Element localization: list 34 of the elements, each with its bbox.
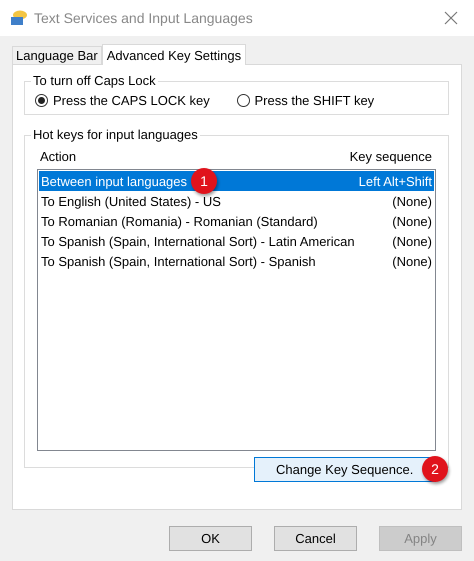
column-header: Key sequence — [350, 149, 432, 166]
key-cell: (None) — [392, 214, 432, 228]
list-row[interactable]: To Romanian (Romania) - Romanian (Standard) (None) — [39, 211, 434, 231]
close-icon[interactable] — [444, 11, 458, 25]
radio-label: Press the SHIFT key — [254, 93, 374, 108]
key-cell: Left Alt+Shift — [358, 174, 432, 188]
column-header: Action — [40, 149, 76, 166]
list-row[interactable]: To Spanish (Spain, International Sort) - Latin American (None) — [39, 231, 434, 251]
key-cell: (None) — [392, 234, 432, 248]
key-cell: (None) — [392, 194, 432, 208]
radio-button[interactable] — [236, 94, 250, 107]
action-cell: To Spanish (Spain, International Sort) - Spanish — [41, 254, 316, 268]
action-cell: To Romanian (Romania) - Romanian (Standard) — [41, 214, 318, 228]
tab[interactable]: Advanced Key Settings — [102, 44, 246, 65]
list-row[interactable]: To Spanish (Spain, International Sort) - Spanish (None) — [39, 251, 434, 271]
group-title: Hot keys for input languages — [31, 127, 200, 142]
group-title: To turn off Caps Lock — [31, 73, 158, 88]
radio-option[interactable]: Press the CAPS LOCK key — [35, 93, 236, 108]
radio-button[interactable] — [35, 94, 48, 107]
app-icon — [10, 10, 28, 26]
window-title: Text Services and Input Languages — [34, 10, 254, 26]
action-cell: Between input languages — [41, 174, 188, 188]
action-cell: To English (United States) - US — [41, 194, 221, 208]
dialog-button[interactable]: Cancel — [274, 526, 357, 551]
list-row[interactable]: To English (United States) - US (None) — [39, 191, 434, 211]
step-badge: 1 — [191, 168, 217, 194]
step-badge: 2 — [422, 456, 448, 482]
key-cell: (None) — [392, 254, 432, 268]
list-row[interactable]: Between input languages 1 Left Alt+Shift — [39, 171, 434, 191]
tab[interactable]: Language Bar — [12, 46, 102, 64]
radio-option[interactable]: Press the SHIFT key — [236, 93, 438, 108]
action-cell: To Spanish (Spain, International Sort) - Latin American — [41, 234, 355, 248]
radio-label: Press the CAPS LOCK key — [53, 93, 210, 108]
dialog-button[interactable]: OK — [169, 526, 252, 551]
